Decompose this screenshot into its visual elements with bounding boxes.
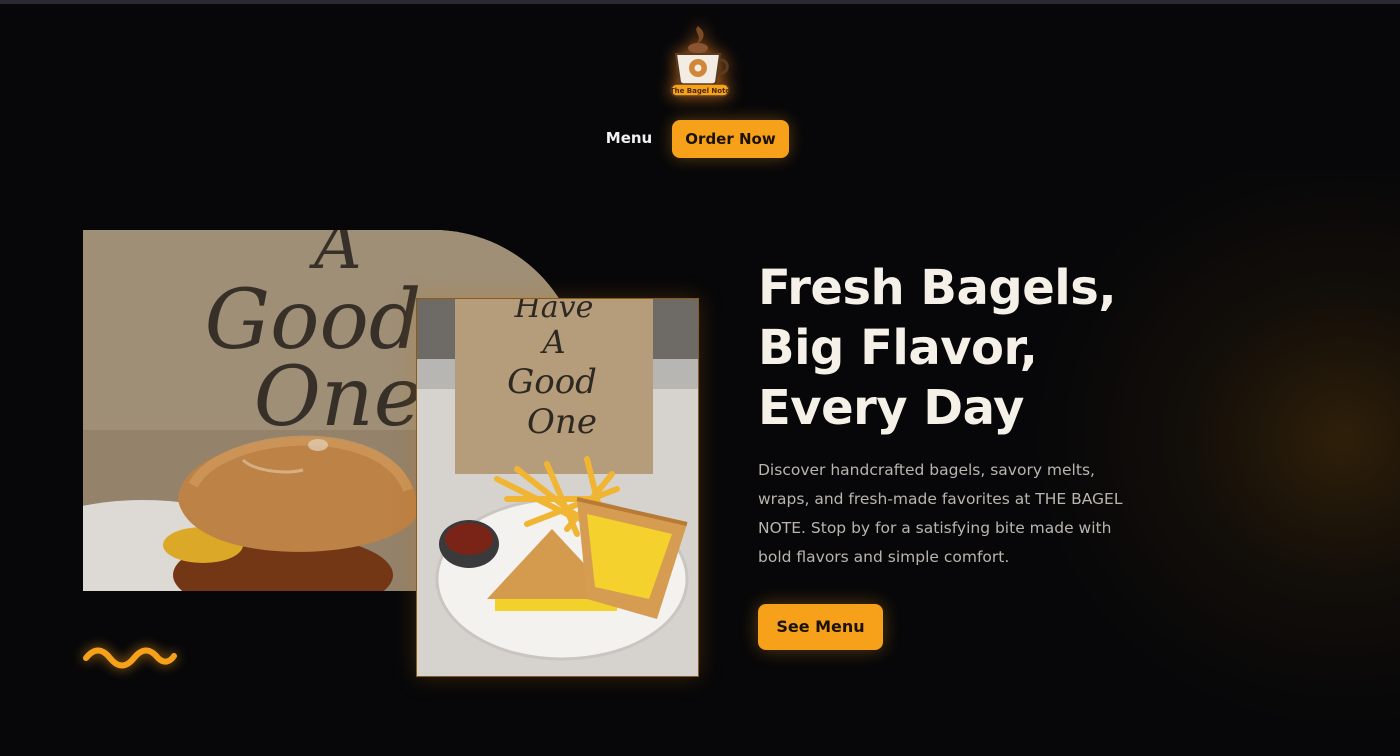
logo-text: The Bagel Note <box>670 87 731 95</box>
page: The Bagel Note Menu Order Now A Good One <box>0 0 1400 756</box>
decorative-squiggle <box>80 642 180 672</box>
see-menu-button[interactable]: See Menu <box>758 604 883 650</box>
nav-menu-link[interactable]: Menu <box>598 124 660 152</box>
front-sign-line-2: A <box>539 323 565 361</box>
hero-title-line-1: Fresh Bagels, <box>758 260 1117 316</box>
hero-title-line-3: Every Day <box>758 380 1024 436</box>
background-glow <box>1030 170 1400 730</box>
front-sign-line-1: Have <box>514 299 594 325</box>
hero-title-line-2: Big Flavor, <box>758 320 1038 376</box>
hero-title: Fresh Bagels, Big Flavor, Every Day <box>758 258 1178 438</box>
order-now-button[interactable]: Order Now <box>672 120 789 158</box>
hero-description: Discover handcrafted bagels, savory melt… <box>758 461 1123 566</box>
sandwich-photo: Have A Good One <box>416 298 699 677</box>
top-strip <box>0 0 1400 4</box>
front-sign-line-4: One <box>527 402 597 442</box>
coffee-cup-logo-icon: The Bagel Note <box>670 26 731 97</box>
front-sign-line-3: Good <box>507 362 597 402</box>
brand-logo[interactable]: The Bagel Note <box>668 22 732 98</box>
